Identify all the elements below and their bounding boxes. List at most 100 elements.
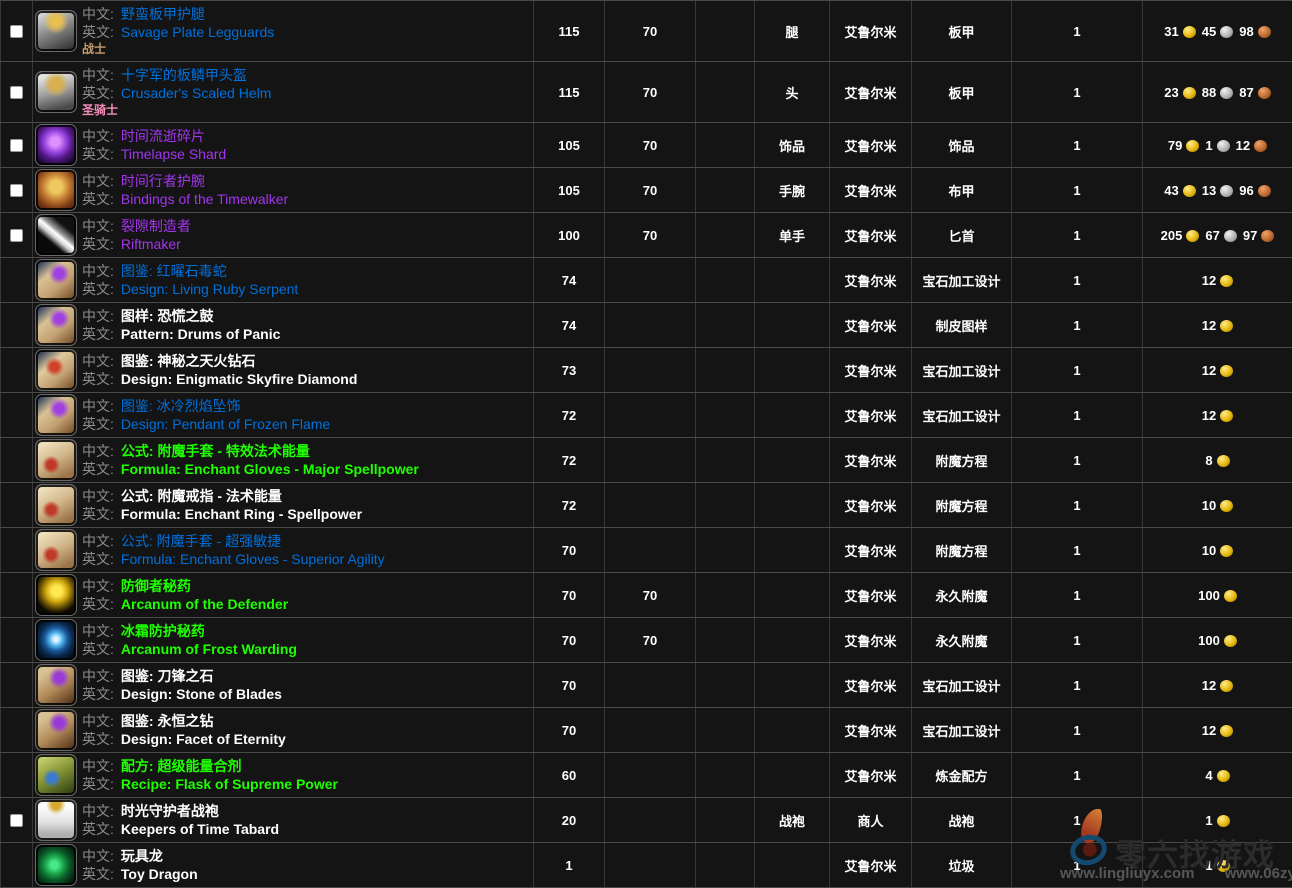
item-level-cell: 105 — [534, 168, 605, 212]
item-name-link-en[interactable]: Pattern: Drums of Panic — [121, 326, 280, 342]
item-name-link-cn[interactable]: 野蛮板甲护腿 — [121, 6, 205, 22]
purple-shard-icon[interactable] — [35, 124, 77, 166]
row-checkbox[interactable] — [10, 229, 23, 242]
item-name-link-en[interactable]: Bindings of the Timewalker — [121, 191, 288, 207]
row-checkbox[interactable] — [10, 139, 23, 152]
formula-icon[interactable] — [35, 529, 77, 571]
recipe-green-icon[interactable] — [35, 754, 77, 796]
item-name-link-en[interactable]: Recipe: Flask of Supreme Power — [121, 776, 338, 792]
item-name-link-en[interactable]: Design: Pendant of Frozen Flame — [121, 416, 330, 432]
dagger-icon[interactable] — [35, 214, 77, 256]
arcanum-yellow-icon[interactable] — [35, 574, 77, 616]
item-name-line-en: 英文:Riftmaker — [82, 235, 191, 253]
gold-coin-icon — [1220, 500, 1233, 512]
gold-coin-icon — [1220, 680, 1233, 692]
item-name-link-cn[interactable]: 时光守护者战袍 — [121, 803, 219, 819]
dragon-green-icon[interactable] — [35, 844, 77, 886]
item-name-link-cn[interactable]: 公式: 附魔手套 - 特效法术能量 — [121, 443, 310, 459]
item-name-link-cn[interactable]: 图鉴: 红曜石毒蛇 — [121, 263, 227, 279]
item-level-cell: 60 — [534, 753, 605, 797]
item-name-link-en[interactable]: Riftmaker — [121, 236, 181, 252]
item-names: 中文:时间流逝碎片英文:Timelapse Shard — [82, 127, 226, 163]
item-name-link-en[interactable]: Keepers of Time Tabard — [121, 821, 279, 837]
scroll-hand-icon[interactable] — [35, 664, 77, 706]
scroll-red-icon[interactable] — [35, 349, 77, 391]
plate-helm-icon[interactable] — [35, 71, 77, 113]
item-name-link-en[interactable]: Formula: Enchant Gloves - Superior Agili… — [121, 551, 385, 567]
price-cell: 4 — [1143, 753, 1292, 797]
table-row: 中文:时间行者护腕英文:Bindings of the Timewalker10… — [0, 168, 1292, 213]
item-name-link-cn[interactable]: 图鉴: 冰冷烈焰坠饰 — [121, 398, 241, 414]
item-name-link-cn[interactable]: 玩具龙 — [121, 848, 163, 864]
gold-coin-icon — [1183, 185, 1196, 197]
item-name-link-cn[interactable]: 冰霜防护秘药 — [121, 623, 205, 639]
item-name-link-en[interactable]: Design: Living Ruby Serpent — [121, 281, 298, 297]
scroll-hand-icon[interactable] — [35, 709, 77, 751]
blank-cell — [696, 618, 755, 662]
row-checkbox[interactable] — [10, 184, 23, 197]
item-name-link-en[interactable]: Design: Enigmatic Skyfire Diamond — [121, 371, 358, 387]
lang-label-cn: 中文: — [82, 263, 114, 279]
item-names: 中文:时光守护者战袍英文:Keepers of Time Tabard — [82, 802, 279, 838]
item-name-link-en[interactable]: Crusader's Scaled Helm — [121, 85, 272, 101]
item-name-line-en: 英文:Savage Plate Legguards — [82, 23, 274, 41]
arcanum-blue-icon[interactable] — [35, 619, 77, 661]
scroll-purple-icon[interactable] — [35, 304, 77, 346]
item-name-link-en[interactable]: Timelapse Shard — [121, 146, 226, 162]
item-name-link-en[interactable]: Arcanum of the Defender — [121, 596, 288, 612]
item-name-link-cn[interactable]: 图鉴: 永恒之钻 — [121, 713, 214, 729]
item-name-link-cn[interactable]: 图鉴: 刀锋之石 — [121, 668, 214, 684]
item-name-link-en[interactable]: Arcanum of Frost Warding — [121, 641, 297, 657]
row-checkbox[interactable] — [10, 86, 23, 99]
row-checkbox[interactable] — [10, 814, 23, 827]
type-cell: 饰品 — [912, 123, 1012, 167]
price-cell: 10 — [1143, 528, 1292, 572]
item-name-link-cn[interactable]: 防御者秘药 — [121, 578, 191, 594]
scroll-purple-icon[interactable] — [35, 394, 77, 436]
item-name-link-en[interactable]: Toy Dragon — [121, 866, 198, 882]
formula-icon[interactable] — [35, 439, 77, 481]
blank-cell — [696, 663, 755, 707]
item-cell: 中文:十字军的板鳞甲头盔英文:Crusader's Scaled Helm圣骑士 — [33, 62, 534, 122]
plate-legs-icon[interactable] — [35, 10, 77, 52]
slot-cell — [755, 573, 830, 617]
item-name-link-cn[interactable]: 公式: 附魔戒指 - 法术能量 — [121, 488, 282, 504]
lang-label-en: 英文: — [82, 506, 114, 522]
item-name-link-en[interactable]: Savage Plate Legguards — [121, 24, 274, 40]
required-level-cell: 70 — [605, 573, 696, 617]
item-name-link-en[interactable]: Formula: Enchant Ring - Spellpower — [121, 506, 362, 522]
scroll-purple-icon[interactable] — [35, 259, 77, 301]
item-name-link-en[interactable]: Design: Stone of Blades — [121, 686, 282, 702]
row-checkbox[interactable] — [10, 25, 23, 38]
quantity-cell: 1 — [1012, 483, 1143, 527]
item-name-link-cn[interactable]: 裂隙制造者 — [121, 218, 191, 234]
copper-coin-icon — [1258, 87, 1271, 99]
table-row: 中文:图样: 恐慌之鼓英文:Pattern: Drums of Panic74艾… — [0, 303, 1292, 348]
item-name-link-cn[interactable]: 配方: 超级能量合剂 — [121, 758, 242, 774]
copper-amount: 87 — [1239, 85, 1253, 100]
formula-icon[interactable] — [35, 484, 77, 526]
checkbox-cell — [0, 1, 33, 61]
tabard-white-icon[interactable] — [35, 799, 77, 841]
item-name-link-cn[interactable]: 图鉴: 神秘之天火钻石 — [121, 353, 256, 369]
blank-cell — [696, 123, 755, 167]
type-cell: 板甲 — [912, 62, 1012, 122]
item-name-link-en[interactable]: Formula: Enchant Gloves - Major Spellpow… — [121, 461, 419, 477]
item-name-line-en: 英文:Design: Living Ruby Serpent — [82, 280, 298, 298]
gold-coin-icon — [1217, 455, 1230, 467]
item-name-link-en[interactable]: Design: Facet of Eternity — [121, 731, 286, 747]
item-name-link-cn[interactable]: 时间行者护腕 — [121, 173, 205, 189]
item-name-link-cn[interactable]: 时间流逝碎片 — [121, 128, 205, 144]
gold-coin-icon — [1186, 140, 1199, 152]
item-cell: 中文:公式: 附魔手套 - 特效法术能量英文:Formula: Enchant … — [33, 438, 534, 482]
item-name-link-cn[interactable]: 公式: 附魔手套 - 超强敏捷 — [121, 533, 281, 549]
lang-label-en: 英文: — [82, 731, 114, 747]
blank-cell — [696, 753, 755, 797]
type-cell: 匕首 — [912, 213, 1012, 257]
item-name-link-cn[interactable]: 十字军的板鳞甲头盔 — [121, 67, 247, 83]
bracer-icon[interactable] — [35, 169, 77, 211]
item-name-link-cn[interactable]: 图样: 恐慌之鼓 — [121, 308, 214, 324]
table-row: 中文:冰霜防护秘药英文:Arcanum of Frost Warding7070… — [0, 618, 1292, 663]
checkbox-cell — [0, 348, 33, 392]
gold-amount: 12 — [1202, 408, 1216, 423]
